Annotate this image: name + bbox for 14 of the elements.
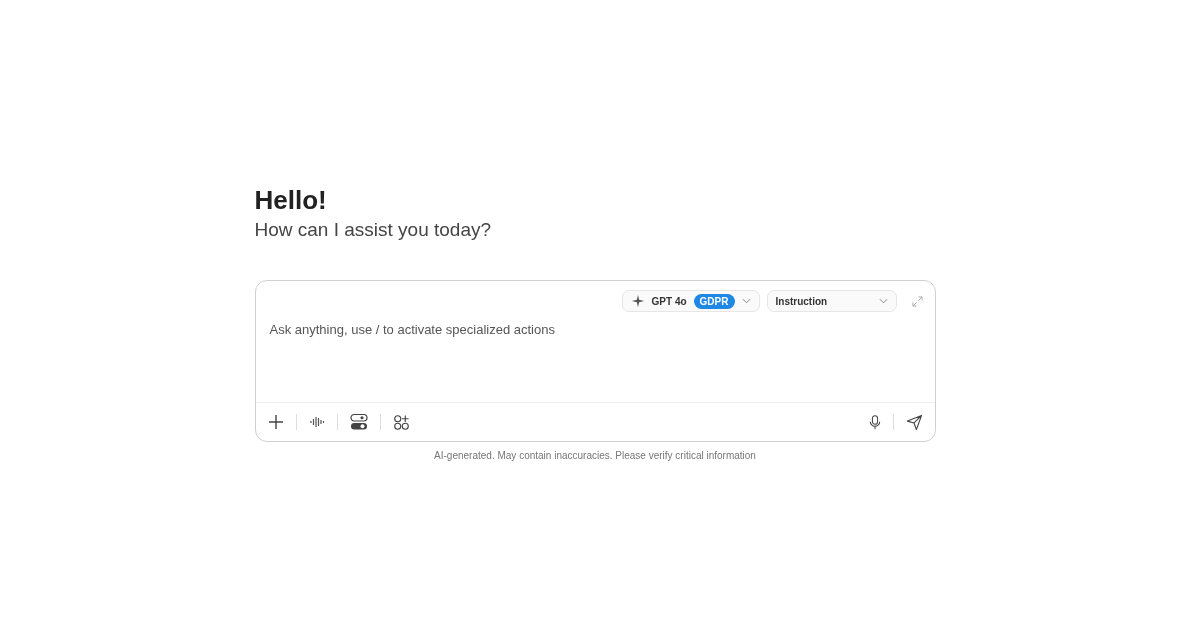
toggle-icon[interactable] xyxy=(349,413,368,431)
plus-icon[interactable] xyxy=(267,414,284,430)
microphone-icon[interactable] xyxy=(868,413,881,431)
waveform-icon[interactable] xyxy=(308,414,325,430)
model-selector[interactable]: GPT 4o GDPR xyxy=(621,290,760,312)
greeting-title: Hello! xyxy=(254,184,328,216)
disclaimer-text: AI-generated. May contain inaccuracies. Please verify critical information xyxy=(433,450,757,461)
greeting-subtitle: How can I assist you today? xyxy=(254,218,493,242)
mode-dropdown[interactable]: Instruction xyxy=(766,290,897,312)
chevron-down-icon xyxy=(878,298,888,304)
send-icon[interactable] xyxy=(905,413,923,431)
message-field[interactable]: GPT 4o GDPR Instruction Ask anything, use / to activate specialized actions xyxy=(254,280,936,442)
apps-add-icon[interactable] xyxy=(392,413,410,431)
chevron-down-icon xyxy=(741,298,751,304)
